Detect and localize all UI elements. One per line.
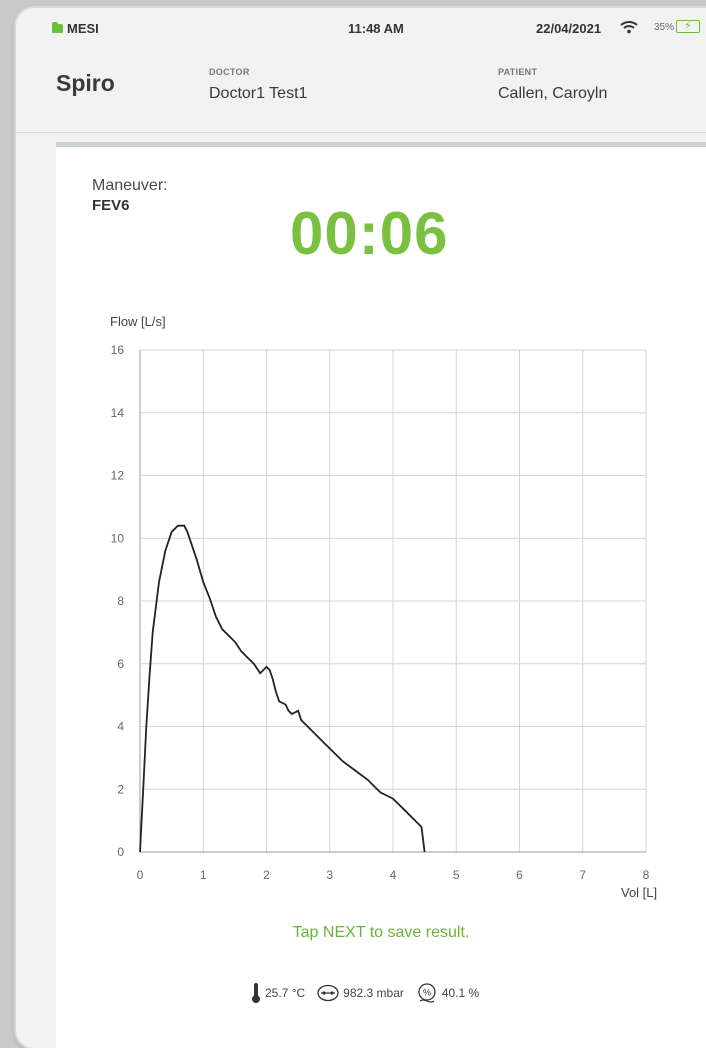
date: 22/04/2021 bbox=[536, 21, 602, 36]
pressure-reading: 982.3 mbar bbox=[317, 984, 404, 1002]
patient-label: PATIENT bbox=[498, 67, 538, 77]
chart-grid bbox=[139, 349, 647, 853]
x-tick-label: 2 bbox=[263, 868, 270, 882]
battery-charging-icon: ⚡ bbox=[676, 20, 700, 33]
humidity-value: 40.1 % bbox=[441, 986, 480, 1000]
y-tick-label: 6 bbox=[117, 657, 124, 671]
chart-ticks: 0 1 2 3 4 5 6 7 80246810121416 bbox=[111, 343, 650, 882]
pressure-value: 982.3 mbar bbox=[343, 986, 404, 1000]
clock: 11:48 AM bbox=[348, 21, 404, 36]
folder-logo-icon bbox=[52, 22, 63, 33]
x-tick-label: 5 bbox=[453, 868, 460, 882]
svg-text:%: % bbox=[423, 988, 431, 998]
device-frame: MESI 11:48 AM 22/04/2021 35% ⚡ Spiro DOC… bbox=[16, 8, 706, 1048]
temperature-value: 25.7 °C bbox=[265, 986, 306, 1000]
x-tick-label: 6 bbox=[516, 868, 523, 882]
status-bar: MESI 11:48 AM 22/04/2021 35% ⚡ bbox=[16, 8, 706, 48]
x-tick-label: 7 bbox=[579, 868, 586, 882]
battery-percent: 35% bbox=[654, 22, 675, 33]
x-tick-label: 1 bbox=[200, 868, 207, 882]
x-axis-label: Vol [L] bbox=[621, 885, 657, 900]
humidity-reading: % 40.1 % bbox=[416, 983, 479, 1003]
series-line bbox=[139, 524, 426, 853]
y-tick-label: 16 bbox=[111, 343, 125, 357]
x-tick-label: 4 bbox=[390, 868, 397, 882]
humidity-percent-icon: % bbox=[418, 983, 436, 1003]
y-tick-label: 0 bbox=[117, 845, 124, 859]
brand: MESI bbox=[52, 21, 99, 36]
pressure-gauge-icon bbox=[317, 984, 339, 1002]
save-hint: Tap NEXT to save result. bbox=[292, 924, 470, 941]
y-tick-label: 10 bbox=[111, 531, 125, 545]
x-tick-label: 8 bbox=[643, 868, 650, 882]
x-tick-label: 3 bbox=[326, 868, 333, 882]
app-header: Spiro DOCTOR Doctor1 Test1 PATIENT Calle… bbox=[16, 48, 706, 133]
doctor-label: DOCTOR bbox=[209, 67, 250, 77]
wifi-icon bbox=[620, 21, 638, 34]
y-tick-label: 4 bbox=[117, 720, 124, 734]
y-tick-label: 8 bbox=[117, 594, 124, 608]
environment-readout: 25.7 °C 982.3 mbar % 40.1 % bbox=[251, 981, 491, 1005]
y-tick-label: 14 bbox=[111, 406, 125, 420]
flow-volume-chart: 0 1 2 3 4 5 6 7 80246810121416 Flow [L/s] Vol [L… bbox=[110, 314, 657, 900]
y-tick-label: 2 bbox=[117, 782, 124, 796]
measurement-card: Maneuver: FEV6 00:06 0 1 2 3 4 5 6 7 8 0 2 4 6 8 10 12 1… bbox=[56, 142, 706, 1048]
patient-name: Callen, Caroyln bbox=[498, 85, 608, 102]
y-axis-label: Flow [L/s] bbox=[110, 314, 166, 329]
brand-label: MESI bbox=[67, 21, 99, 36]
thermometer-icon bbox=[252, 983, 260, 1003]
x-tick-label: 0 bbox=[137, 868, 144, 882]
page-title: Spiro bbox=[56, 70, 115, 96]
y-tick-label: 12 bbox=[111, 469, 125, 483]
doctor-name: Doctor1 Test1 bbox=[209, 85, 308, 102]
temperature-reading: 25.7 °C bbox=[251, 982, 305, 1004]
